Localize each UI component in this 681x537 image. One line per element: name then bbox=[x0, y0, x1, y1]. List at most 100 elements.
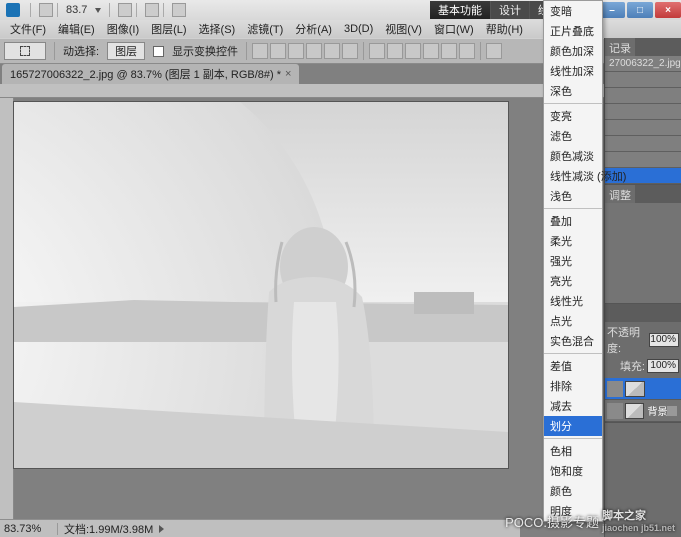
blend-item[interactable]: 点光 bbox=[544, 311, 602, 331]
close-tab-icon[interactable]: × bbox=[285, 68, 291, 80]
blend-item[interactable]: 颜色加深 bbox=[544, 41, 602, 61]
blend-item[interactable]: 柔光 bbox=[544, 231, 602, 251]
align-icon-3[interactable] bbox=[288, 43, 304, 59]
layers-panel: 不透明度: 100% 填充: 100% 背景 bbox=[605, 304, 681, 423]
blend-item[interactable]: 色相 bbox=[544, 441, 602, 461]
bridge-icon[interactable] bbox=[39, 3, 53, 17]
layer-row-background[interactable]: 背景 bbox=[605, 400, 681, 422]
window-maximize-icon[interactable]: □ bbox=[627, 2, 653, 18]
menu-edit[interactable]: 编辑(E) bbox=[52, 21, 101, 37]
view-rotate-icon[interactable] bbox=[118, 3, 132, 17]
visibility-toggle-icon[interactable] bbox=[607, 381, 623, 397]
blend-item[interactable]: 线性光 bbox=[544, 291, 602, 311]
window-close-icon[interactable]: × bbox=[655, 2, 681, 18]
blend-item[interactable]: 线性减淡 (添加) bbox=[544, 166, 602, 186]
watermark-site: 脚本之家 jiaochen jb51.net bbox=[602, 506, 675, 533]
canvas[interactable] bbox=[14, 102, 508, 468]
layer-name[interactable]: 背景 bbox=[647, 403, 667, 418]
history-source[interactable]: 27006322_2.jpg bbox=[605, 56, 681, 72]
zoom-dropdown-icon[interactable] bbox=[95, 8, 101, 13]
menu-view[interactable]: 视图(V) bbox=[379, 21, 428, 37]
blend-item[interactable]: 差值 bbox=[544, 356, 602, 376]
distribute-icon-2[interactable] bbox=[387, 43, 403, 59]
blend-item[interactable]: 颜色 bbox=[544, 481, 602, 501]
document-tab[interactable]: 165727006322_2.jpg @ 83.7% (图层 1 副本, RGB… bbox=[2, 64, 299, 84]
menu-file[interactable]: 文件(F) bbox=[4, 21, 52, 37]
blend-item[interactable]: 饱和度 bbox=[544, 461, 602, 481]
align-icon-4[interactable] bbox=[306, 43, 322, 59]
status-docsize[interactable]: 文档:1.99M/3.98M bbox=[58, 521, 153, 537]
blend-item[interactable]: 变亮 bbox=[544, 106, 602, 126]
align-icon-5[interactable] bbox=[324, 43, 340, 59]
menu-window[interactable]: 窗口(W) bbox=[428, 21, 480, 37]
blend-item[interactable]: 叠加 bbox=[544, 211, 602, 231]
fill-label: 填充: bbox=[620, 358, 645, 374]
opacity-label: 不透明度: bbox=[607, 324, 647, 356]
screen-mode-icon[interactable] bbox=[172, 3, 186, 17]
history-tab[interactable]: 记录 bbox=[605, 38, 635, 56]
align-icon-6[interactable] bbox=[342, 43, 358, 59]
blend-item[interactable]: 线性加深 bbox=[544, 61, 602, 81]
document-image bbox=[14, 102, 508, 468]
blend-item[interactable]: 排除 bbox=[544, 376, 602, 396]
show-transform-checkbox[interactable] bbox=[153, 46, 164, 57]
distribute-icon-5[interactable] bbox=[441, 43, 457, 59]
history-step[interactable] bbox=[605, 104, 681, 120]
distribute-icon-4[interactable] bbox=[423, 43, 439, 59]
blend-item[interactable]: 正片叠底 bbox=[544, 21, 602, 41]
distribute-icon-3[interactable] bbox=[405, 43, 421, 59]
history-step[interactable] bbox=[605, 120, 681, 136]
layer-row-selected[interactable] bbox=[605, 378, 681, 400]
blend-item[interactable]: 减去 bbox=[544, 396, 602, 416]
blend-item[interactable]: 变暗 bbox=[544, 1, 602, 21]
menu-3d[interactable]: 3D(D) bbox=[338, 23, 379, 35]
align-icon-2[interactable] bbox=[270, 43, 286, 59]
blend-item[interactable]: 亮光 bbox=[544, 271, 602, 291]
align-icon-1[interactable] bbox=[252, 43, 268, 59]
blend-item[interactable]: 深色 bbox=[544, 81, 602, 101]
history-panel: 记录 27006322_2.jpg bbox=[605, 38, 681, 185]
menu-image[interactable]: 图像(I) bbox=[101, 21, 145, 37]
workspace-design[interactable]: 设计 bbox=[491, 1, 530, 19]
menu-filter[interactable]: 滤镜(T) bbox=[241, 21, 289, 37]
menu-select[interactable]: 选择(S) bbox=[193, 21, 242, 37]
blend-item[interactable]: 滤色 bbox=[544, 126, 602, 146]
document-tab-title: 165727006322_2.jpg @ 83.7% (图层 1 副本, RGB… bbox=[10, 66, 281, 82]
ruler-vertical[interactable] bbox=[0, 98, 14, 537]
autoselect-combo[interactable]: 图层 bbox=[107, 42, 145, 60]
lock-icon[interactable] bbox=[667, 406, 677, 416]
blend-item[interactable]: 强光 bbox=[544, 251, 602, 271]
visibility-toggle-icon[interactable] bbox=[607, 403, 623, 419]
workspace-essentials[interactable]: 基本功能 bbox=[430, 1, 491, 19]
app-icon[interactable] bbox=[6, 3, 20, 17]
autoselect-label: 动选择: bbox=[59, 43, 103, 59]
zoom-value[interactable]: 83.7 bbox=[62, 4, 91, 16]
history-step[interactable] bbox=[605, 152, 681, 168]
blend-item-selected[interactable]: 划分 bbox=[544, 416, 602, 436]
distribute-icon-6[interactable] bbox=[459, 43, 475, 59]
layer-thumbnail[interactable] bbox=[625, 403, 645, 419]
status-zoom[interactable]: 83.73% bbox=[0, 523, 58, 535]
history-step[interactable] bbox=[605, 72, 681, 88]
menu-layer[interactable]: 图层(L) bbox=[145, 21, 192, 37]
menu-help[interactable]: 帮助(H) bbox=[480, 21, 529, 37]
fill-input[interactable]: 100% bbox=[647, 359, 679, 373]
blend-mode-dropdown: 变暗 正片叠底 颜色加深 线性加深 深色 变亮 滤色 颜色减淡 线性减淡 (添加… bbox=[543, 0, 603, 522]
layer-thumbnail[interactable] bbox=[625, 381, 645, 397]
status-menu-icon[interactable] bbox=[159, 525, 164, 533]
history-step[interactable] bbox=[605, 136, 681, 152]
tool-preset-picker[interactable] bbox=[4, 42, 46, 60]
history-step[interactable] bbox=[605, 88, 681, 104]
blend-item[interactable]: 浅色 bbox=[544, 186, 602, 206]
auto-align-icon[interactable] bbox=[486, 43, 502, 59]
arrange-icon[interactable] bbox=[145, 3, 159, 17]
watermark-logo: POCO.摄影专题 bbox=[505, 512, 599, 531]
blend-item[interactable]: 实色混合 bbox=[544, 331, 602, 351]
adjustments-tab[interactable]: 调整 bbox=[605, 185, 635, 203]
opacity-input[interactable]: 100% bbox=[649, 333, 679, 347]
blend-item[interactable]: 颜色减淡 bbox=[544, 146, 602, 166]
distribute-icon-1[interactable] bbox=[369, 43, 385, 59]
panel-dock: 记录 27006322_2.jpg 调整 不透明度: 100% bbox=[604, 38, 681, 537]
menu-analysis[interactable]: 分析(A) bbox=[289, 21, 338, 37]
adjustments-panel: 调整 bbox=[605, 185, 681, 304]
